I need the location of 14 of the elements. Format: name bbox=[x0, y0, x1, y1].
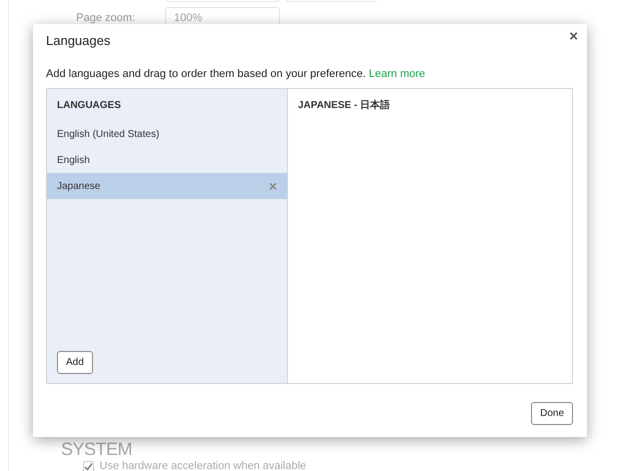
language-item[interactable]: English bbox=[47, 147, 287, 174]
detail-heading: JAPANESE - 日本語 bbox=[297, 98, 392, 114]
close-button[interactable]: × bbox=[567, 26, 580, 48]
dialog-title: Languages bbox=[46, 33, 112, 49]
zoom-label: Page zoom: bbox=[75, 10, 135, 26]
checkbox-label: Use hardware acceleration when available bbox=[100, 459, 306, 471]
description: Add languages and drag to order them based on your preference. Learn more bbox=[46, 66, 426, 82]
checkbox[interactable] bbox=[83, 460, 94, 471]
done-button[interactable]: Done bbox=[531, 402, 573, 425]
section-heading: SYSTEM bbox=[61, 440, 134, 458]
language-item[interactable]: Japanese × bbox=[47, 173, 287, 200]
language-item[interactable]: English (United States) bbox=[47, 121, 287, 148]
add-button[interactable]: Add bbox=[57, 351, 93, 374]
list-heading: LANGUAGES bbox=[56, 99, 122, 114]
